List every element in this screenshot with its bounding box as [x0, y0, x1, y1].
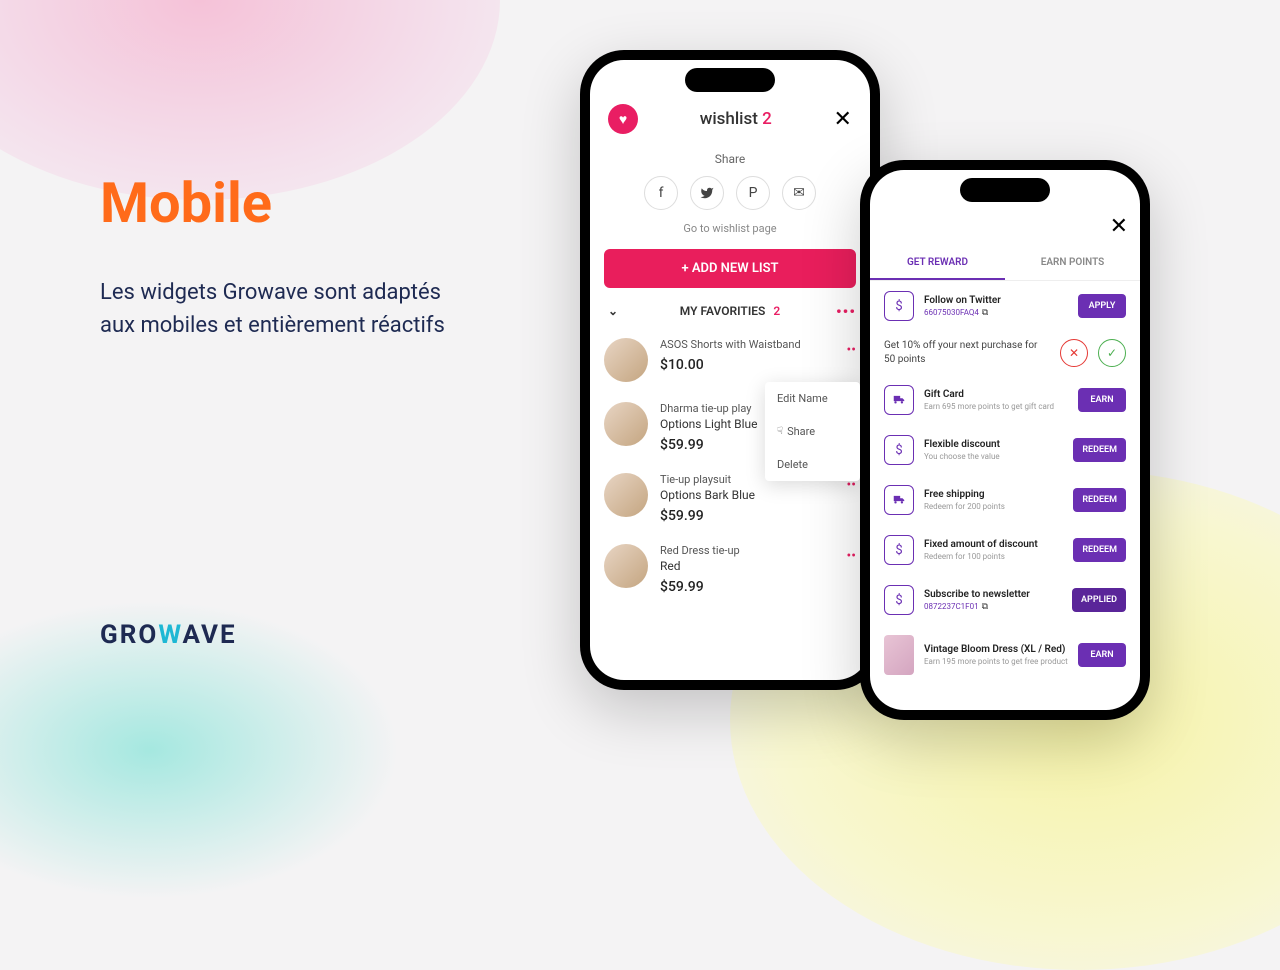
- reward-sub: 66075030FAQ4 ⧉: [924, 308, 1068, 318]
- more-icon[interactable]: ••: [847, 548, 856, 564]
- twitter-icon[interactable]: [690, 176, 724, 210]
- phone-notch: [685, 68, 775, 92]
- product-price: $59.99: [660, 579, 856, 595]
- product-image: [604, 338, 648, 382]
- copy-icon[interactable]: ⧉: [982, 602, 988, 612]
- offer-text: Get 10% off your next purchase for 50 po…: [884, 339, 1050, 367]
- product-option: Options Bark Blue: [660, 488, 856, 502]
- product-price: $59.99: [660, 508, 856, 524]
- reward-action-button[interactable]: EARN: [1078, 643, 1126, 667]
- reward-sub: Earn 195 more points to get free product: [924, 657, 1068, 666]
- tab-earn-points[interactable]: EARN POINTS: [1005, 247, 1140, 280]
- reward-row: Free shipping Redeem for 200 points REDEEM: [870, 475, 1140, 525]
- reward-action-button[interactable]: REDEEM: [1073, 438, 1126, 462]
- product-image: [604, 473, 648, 517]
- pinterest-icon[interactable]: P: [736, 176, 770, 210]
- reward-title: Fixed amount of discount: [924, 539, 1063, 550]
- cursor-icon: ☟: [777, 426, 783, 437]
- ctx-share[interactable]: ☟Share: [765, 415, 860, 448]
- reward-title: Vintage Bloom Dress (XL / Red): [924, 644, 1068, 655]
- tab-get-reward[interactable]: GET REWARD: [870, 247, 1005, 280]
- truck-icon: [884, 485, 914, 515]
- reward-action-button[interactable]: REDEEM: [1073, 488, 1126, 512]
- copy-icon[interactable]: ⧉: [982, 308, 988, 318]
- growave-logo: GROWAVE: [100, 620, 237, 650]
- close-icon[interactable]: ✕: [1110, 214, 1128, 239]
- product-image: [604, 402, 648, 446]
- reward-row: Gift Card Earn 695 more points to get gif…: [870, 375, 1140, 425]
- email-icon[interactable]: ✉: [782, 176, 816, 210]
- product-thumb: [884, 635, 914, 675]
- reward-title: Follow on Twitter: [924, 295, 1068, 306]
- dollar-icon: $: [884, 535, 914, 565]
- heart-icon[interactable]: ♥: [608, 104, 638, 134]
- reward-sub: Redeem for 200 points: [924, 502, 1063, 511]
- phone-rewards: ✕ GET REWARD EARN POINTS $ Follow on Twit…: [860, 160, 1150, 720]
- reward-action-button[interactable]: REDEEM: [1073, 538, 1126, 562]
- reward-sub: Earn 695 more points to get gift card: [924, 402, 1068, 411]
- reward-row: $ Subscribe to newsletter 0872237C1F01 ⧉ AP…: [870, 575, 1140, 625]
- add-new-list-button[interactable]: + ADD NEW LIST: [604, 249, 856, 288]
- goto-wishlist-link[interactable]: Go to wishlist page: [590, 222, 870, 235]
- phone-wishlist: ♥ wishlist 2 ✕ Share f P ✉ Go to wishlis…: [580, 50, 880, 690]
- product-option: Red: [660, 559, 856, 573]
- reward-title: Subscribe to newsletter: [924, 589, 1062, 600]
- offer-row: Get 10% off your next purchase for 50 po…: [870, 331, 1140, 375]
- reward-row: $ Follow on Twitter 66075030FAQ4 ⧉ APPLY: [870, 281, 1140, 331]
- reward-action-button[interactable]: APPLY: [1078, 294, 1126, 318]
- facebook-icon[interactable]: f: [644, 176, 678, 210]
- product-price: $10.00: [660, 357, 856, 373]
- reward-title: Flexible discount: [924, 439, 1063, 450]
- reward-row: $ Flexible discount You choose the value RE…: [870, 425, 1140, 475]
- dollar-icon: $: [884, 291, 914, 321]
- ctx-delete[interactable]: Delete: [765, 448, 860, 481]
- phone-notch: [960, 178, 1050, 202]
- dollar-icon: $: [884, 585, 914, 615]
- reject-button[interactable]: ✕: [1060, 339, 1088, 367]
- reward-action-button[interactable]: EARN: [1078, 388, 1126, 412]
- reward-title: Free shipping: [924, 489, 1063, 500]
- share-row: f P ✉: [590, 176, 870, 210]
- chevron-down-icon: ⌄: [608, 304, 618, 318]
- dollar-icon: $: [884, 435, 914, 465]
- product-row[interactable]: Red Dress tie-up Red $59.99 ••: [590, 534, 870, 605]
- share-label: Share: [590, 152, 870, 166]
- close-icon[interactable]: ✕: [834, 107, 852, 132]
- reward-sub: 0872237C1F01 ⧉: [924, 602, 1062, 612]
- accept-button[interactable]: ✓: [1098, 339, 1126, 367]
- product-name: ASOS Shorts with Waistband: [660, 338, 856, 351]
- truck-icon: [884, 385, 914, 415]
- favorites-header[interactable]: ⌄ MY FAVORITIES 2 •••: [590, 288, 870, 328]
- reward-row: Vintage Bloom Dress (XL / Red) Earn 195 m…: [870, 625, 1140, 685]
- subtext: Les widgets Growave sont adaptés aux mob…: [100, 276, 480, 342]
- product-image: [604, 544, 648, 588]
- more-icon[interactable]: ••: [847, 342, 856, 358]
- ctx-edit-name[interactable]: Edit Name: [765, 382, 860, 415]
- marketing-copy: Mobile Les widgets Growave sont adaptés …: [100, 170, 480, 342]
- context-menu: Edit Name ☟Share Delete: [765, 382, 860, 481]
- reward-title: Gift Card: [924, 389, 1068, 400]
- rewards-tabs: GET REWARD EARN POINTS: [870, 247, 1140, 281]
- reward-sub: You choose the value: [924, 452, 1063, 461]
- reward-sub: Redeem for 100 points: [924, 552, 1063, 561]
- wishlist-title: wishlist 2: [700, 109, 772, 129]
- reward-action-button[interactable]: APPLIED: [1072, 588, 1126, 612]
- headline: Mobile: [100, 170, 480, 236]
- product-name: Red Dress tie-up: [660, 544, 856, 557]
- more-icon[interactable]: •••: [836, 302, 856, 321]
- reward-row: $ Fixed amount of discount Redeem for 100 …: [870, 525, 1140, 575]
